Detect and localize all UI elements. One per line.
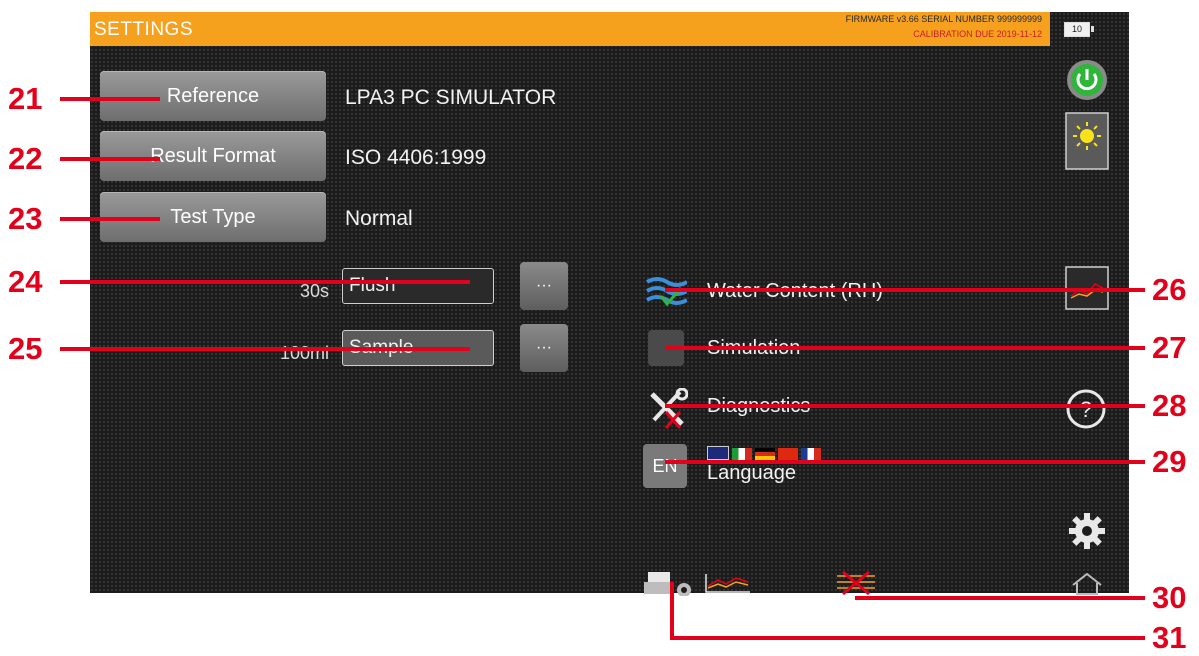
power-icon[interactable] [1065, 58, 1109, 102]
clear-chart-icon[interactable] [835, 570, 877, 596]
flush-duration: 30s [299, 281, 329, 301]
uk-flag-icon [707, 446, 729, 460]
germany-flag-icon [755, 448, 775, 460]
callout-number-23: 23 [8, 201, 43, 236]
calibration-due: CALIBRATION DUE 2019-11-12 [913, 29, 1042, 39]
callout-number-28: 28 [1152, 388, 1187, 423]
language-button[interactable]: EN [643, 444, 687, 488]
brightness-icon[interactable] [1065, 112, 1109, 170]
test-type-button-label: Test Type [170, 205, 256, 228]
callout-number-25: 25 [8, 331, 43, 366]
callout-line-28 [665, 404, 1145, 408]
water-content-icon[interactable] [645, 274, 687, 310]
callout-line-31-vertical [670, 582, 674, 640]
callout-number-31: 31 [1152, 620, 1187, 655]
callout-line-27 [665, 346, 1145, 350]
battery-indicator: 10 [1064, 22, 1090, 37]
callout-number-24: 24 [8, 264, 43, 299]
svg-text:?: ? [1080, 397, 1092, 422]
callout-line-30 [855, 596, 1145, 600]
home-icon[interactable] [1070, 573, 1104, 595]
sample-more-button[interactable]: ··· [520, 324, 568, 372]
reference-button[interactable]: Reference [100, 71, 326, 121]
callout-line-31 [670, 636, 1145, 640]
callout-number-26: 26 [1152, 272, 1187, 307]
callout-line-23 [60, 217, 160, 221]
callout-number-29: 29 [1152, 444, 1187, 479]
reference-button-label: Reference [166, 84, 260, 107]
result-format-button-label: Result Format [150, 144, 276, 167]
battery-level: 10 [1071, 24, 1082, 34]
callout-line-21 [60, 97, 160, 101]
france-flag-icon [801, 448, 821, 460]
page-title: SETTINGS [94, 19, 194, 40]
device-screen: SETTINGS FIRMWARE v3.66 SERIAL NUMBER 99… [90, 12, 1129, 596]
flush-field[interactable]: Flush [342, 268, 494, 304]
callout-number-30: 30 [1152, 580, 1187, 615]
callout-line-26 [665, 288, 1145, 292]
firmware-info: FIRMWARE v3.66 SERIAL NUMBER 999999999 [845, 14, 1042, 24]
callout-line-22 [60, 157, 160, 161]
battery-cap [1091, 26, 1094, 32]
callout-number-22: 22 [8, 141, 43, 176]
flush-more-button[interactable]: ··· [520, 262, 568, 310]
reference-value: LPA3 PC SIMULATOR [345, 86, 557, 109]
help-icon[interactable]: ? [1065, 388, 1107, 430]
title-bar: SETTINGS FIRMWARE v3.66 SERIAL NUMBER 99… [90, 12, 1050, 46]
italy-flag-icon [732, 448, 752, 460]
language-label[interactable]: Language [707, 462, 796, 485]
settings-gear-icon[interactable] [1067, 511, 1107, 551]
callout-number-27: 27 [1152, 330, 1187, 365]
result-format-button[interactable]: Result Format [100, 131, 326, 181]
test-type-value: Normal [345, 207, 413, 230]
diagnostics-tools-icon[interactable] [646, 388, 688, 430]
callout-line-25 [60, 347, 470, 351]
callout-line-29 [665, 460, 1145, 464]
callout-number-21: 21 [8, 81, 43, 116]
china-flag-icon [778, 448, 798, 460]
trend-chart-icon[interactable] [704, 572, 752, 594]
callout-line-24 [60, 280, 470, 284]
result-format-value: ISO 4406:1999 [345, 146, 487, 169]
language-flags [707, 446, 845, 460]
